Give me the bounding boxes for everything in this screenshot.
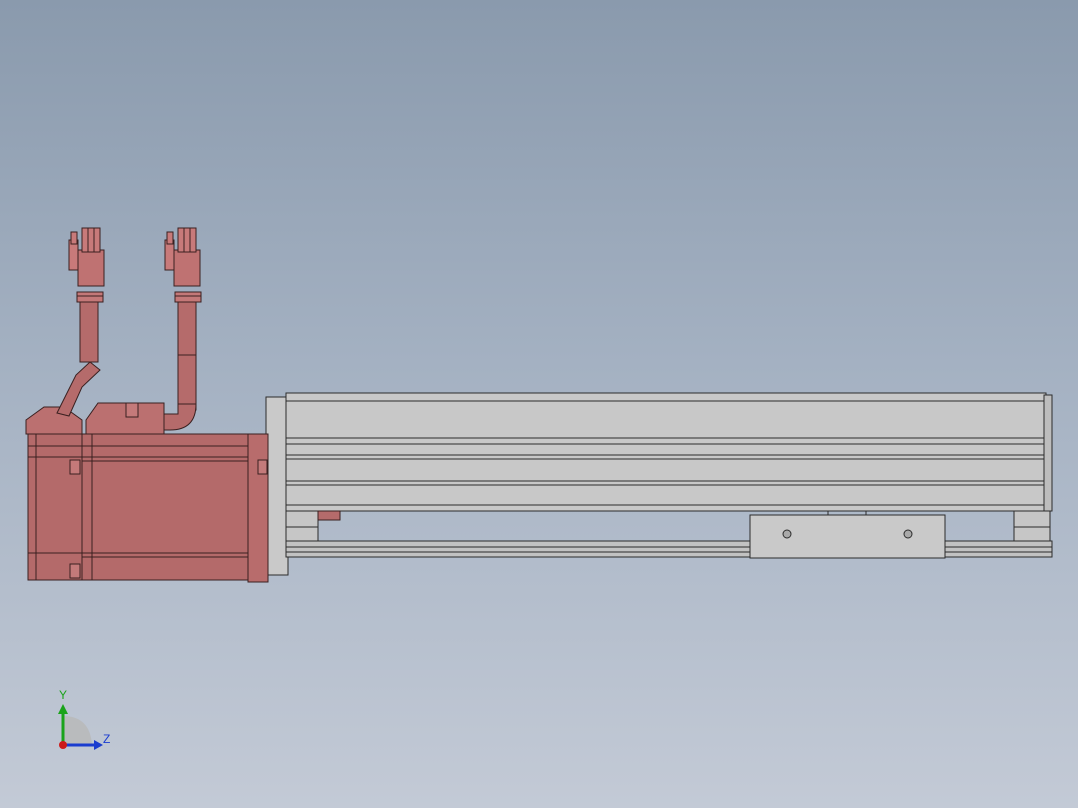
linear-actuator[interactable]: [265, 392, 1053, 576]
left-support: [285, 510, 319, 542]
carriage-block: [749, 514, 946, 559]
actuator-body: [285, 392, 1047, 512]
carriage-screw: [782, 529, 792, 539]
limit-sensor: [317, 510, 341, 521]
z-axis-label: Z: [103, 732, 111, 746]
graphics-viewport[interactable]: Y Z: [0, 0, 1078, 808]
view-triad: [58, 704, 103, 750]
x-axis-point: [59, 741, 67, 749]
servo-motor[interactable]: [25, 227, 269, 583]
actuator-end-plate: [265, 396, 289, 576]
triad-plane: [63, 716, 92, 745]
y-axis-label: Y: [59, 688, 68, 702]
carriage-screw: [903, 529, 913, 539]
actuator-end-cap: [1043, 394, 1053, 512]
model-view[interactable]: [0, 0, 1078, 808]
right-support: [1013, 510, 1051, 542]
